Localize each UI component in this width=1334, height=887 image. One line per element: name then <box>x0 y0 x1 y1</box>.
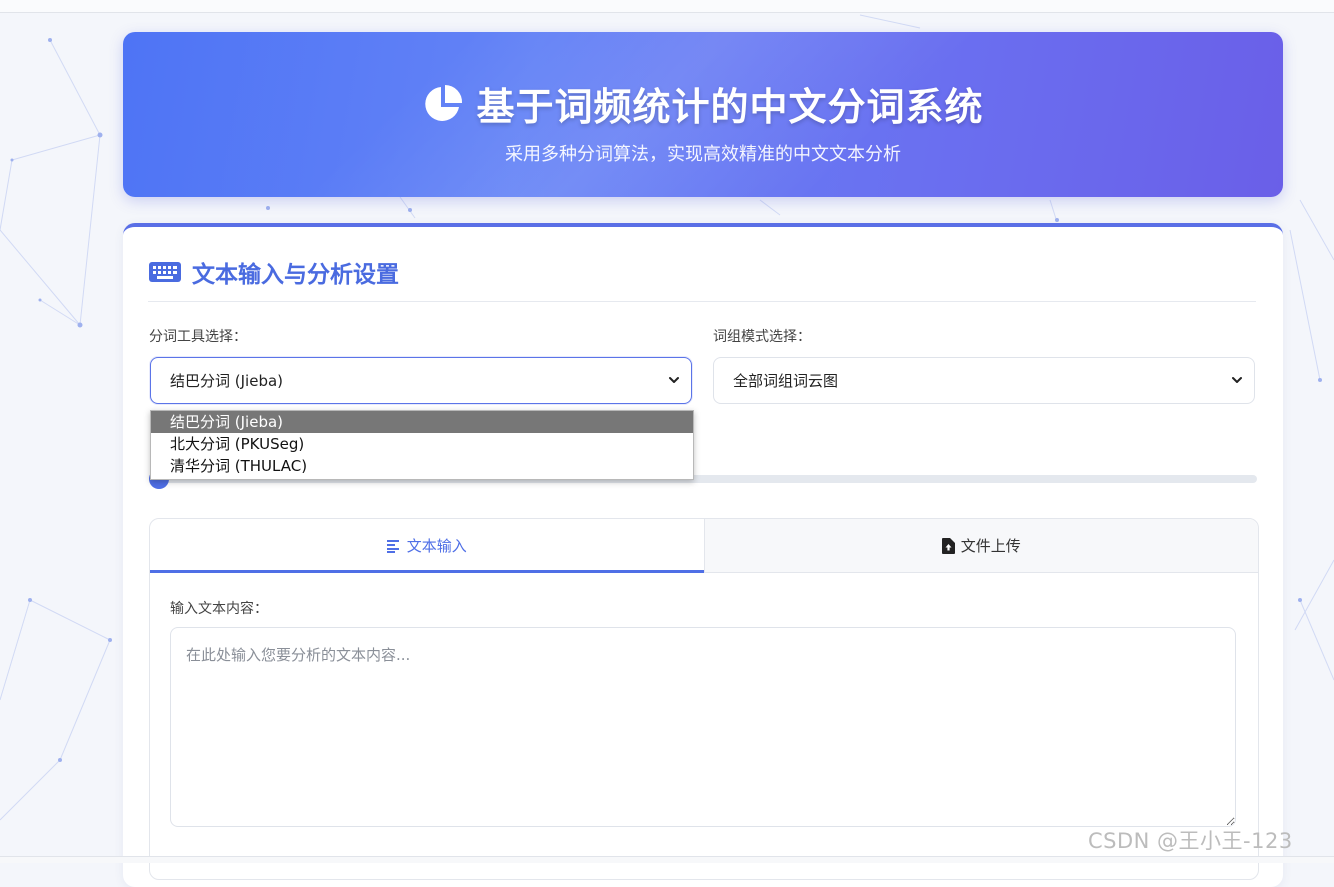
header-banner: 基于词频统计的中文分词系统 采用多种分词算法，实现高效精准的中文文本分析 <box>123 32 1283 197</box>
tool-select[interactable]: 结巴分词 (Jieba) <box>150 357 692 404</box>
chevron-down-icon <box>669 377 679 383</box>
dropdown-option-thulac[interactable]: 清华分词 (THULAC) <box>151 455 693 477</box>
section-divider <box>148 301 1256 302</box>
file-upload-icon <box>941 537 955 554</box>
tab-file-upload[interactable]: 文件上传 <box>703 519 1258 572</box>
tab-label: 文本输入 <box>406 537 467 555</box>
text-input-area[interactable] <box>170 627 1236 827</box>
header-title-row: 基于词频统计的中文分词系统 <box>123 76 1283 131</box>
page-title: 基于词频统计的中文分词系统 <box>476 85 984 129</box>
align-left-icon <box>386 539 399 553</box>
page-subtitle: 采用多种分词算法，实现高效精准的中文文本分析 <box>505 144 901 165</box>
tool-select-dropdown: 结巴分词 (Jieba) 北大分词 (PKUSeg) 清华分词 (THULAC) <box>150 410 694 480</box>
tab-bar: 文本输入 文件上传 <box>150 519 1258 573</box>
section-title: 文本输入与分析设置 <box>192 262 399 288</box>
mode-select[interactable]: 全部词组词云图 <box>713 357 1255 404</box>
tool-select-label: 分词工具选择： <box>149 329 247 345</box>
tab-text-input[interactable]: 文本输入 <box>150 519 704 573</box>
keyboard-icon <box>149 262 181 282</box>
tab-label: 文件上传 <box>960 537 1021 555</box>
text-input-label: 输入文本内容： <box>170 601 268 617</box>
mode-select-value: 全部词组词云图 <box>733 372 839 390</box>
tool-select-value: 结巴分词 (Jieba) <box>170 372 284 390</box>
mode-select-label: 词组模式选择： <box>713 329 811 345</box>
section-title-row: 文本输入与分析设置 <box>148 255 399 289</box>
chart-pie-icon <box>425 84 463 121</box>
watermark: CSDN @王小王-123 <box>1088 829 1293 853</box>
chevron-down-icon <box>1232 377 1242 383</box>
dropdown-option-jieba[interactable]: 结巴分词 (Jieba) <box>151 411 693 433</box>
dropdown-option-pkuseg[interactable]: 北大分词 (PKUSeg) <box>151 433 693 455</box>
